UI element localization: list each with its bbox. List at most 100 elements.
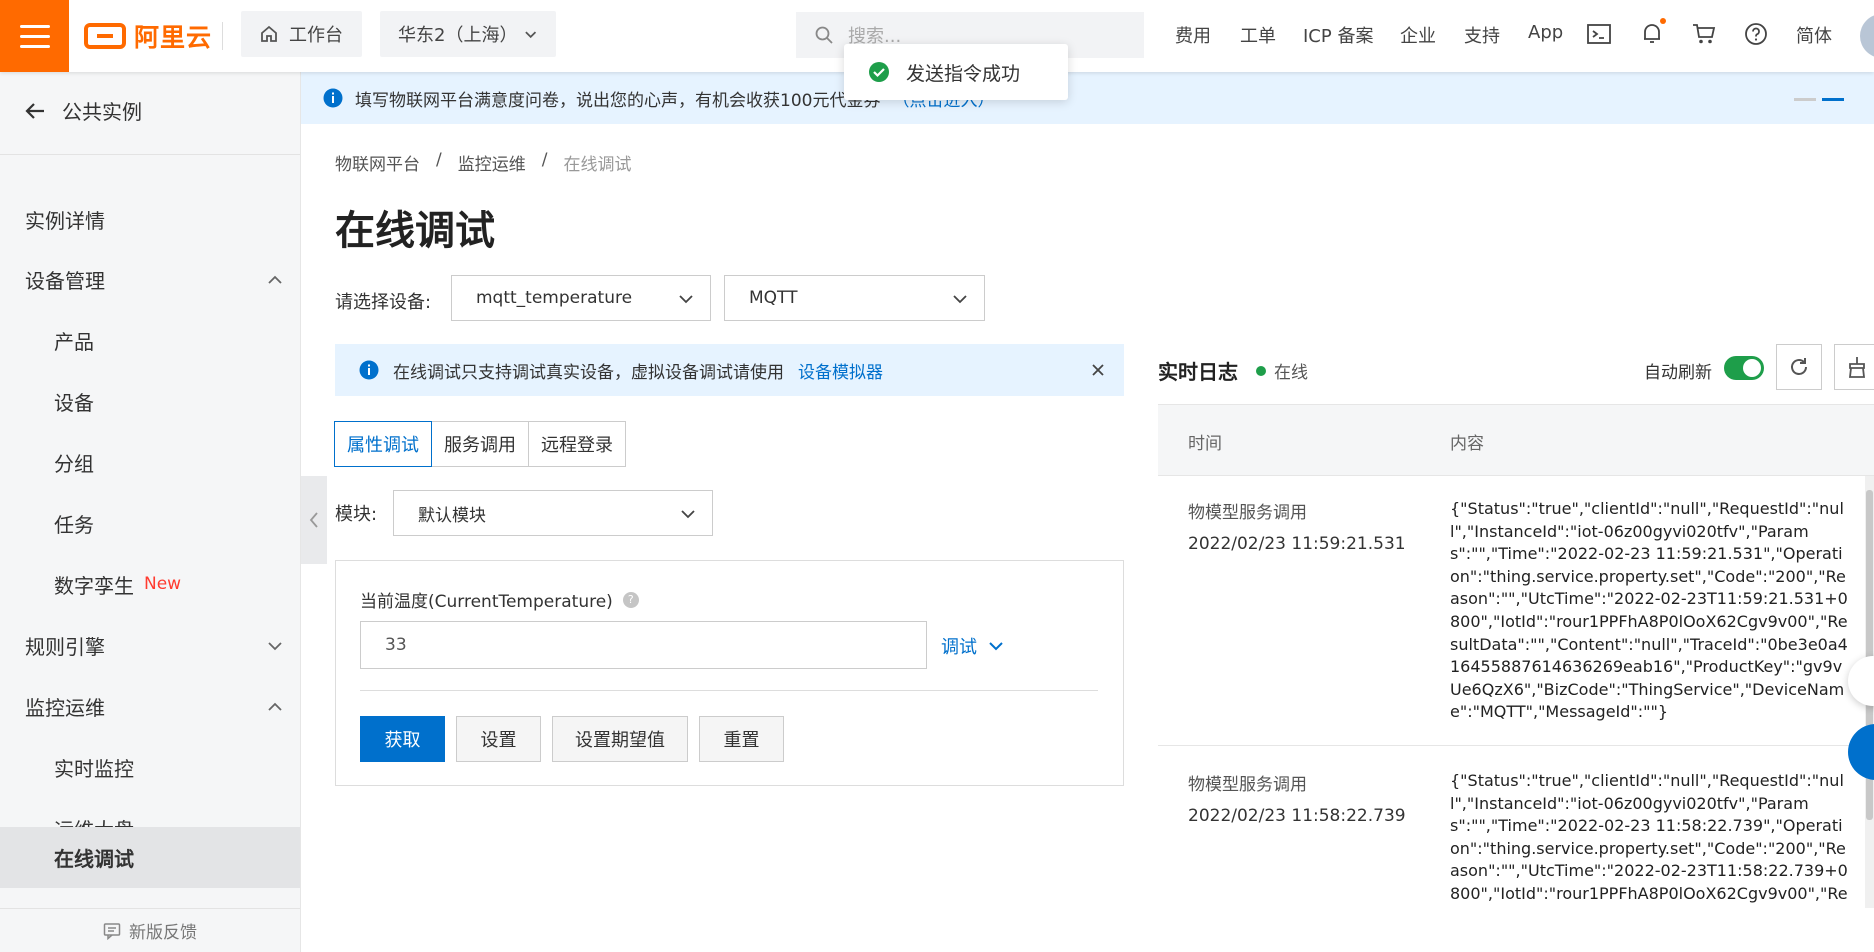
sidebar-item-label: 实时监控 [54, 756, 134, 781]
nav-fees[interactable]: 费用 [1175, 22, 1211, 48]
sidebar-item-label: 设备管理 [25, 268, 105, 293]
sidebar-item-label: 设备 [54, 390, 94, 415]
debug-label: 调试 [941, 637, 977, 658]
breadcrumb-separator: / [436, 150, 442, 170]
log-content: {"Status":"true","clientId":"null","Requ… [1450, 499, 1848, 722]
chevron-down-icon [524, 31, 536, 39]
clear-log-button[interactable] [1834, 344, 1874, 390]
sidebar-item-device-management[interactable]: 设备管理 [0, 249, 300, 309]
logo-icon [84, 23, 126, 49]
set-expected-button[interactable]: 设置期望值 [552, 716, 688, 762]
sidebar-item-products[interactable]: 产品 [0, 310, 300, 370]
auto-refresh-toggle[interactable] [1724, 356, 1764, 380]
refresh-icon [1791, 358, 1807, 375]
nav-enterprise[interactable]: 企业 [1400, 22, 1436, 48]
feedback-label: 新版反馈 [129, 923, 197, 943]
nav-icp[interactable]: ICP 备案 [1303, 22, 1373, 48]
nav-app[interactable]: App [1528, 22, 1563, 43]
sidebar-collapse-toggle[interactable] [301, 476, 327, 564]
back-to-instances[interactable]: 公共实例 [24, 96, 142, 125]
refresh-button[interactable] [1776, 344, 1822, 390]
bell-icon[interactable] [1638, 18, 1666, 48]
status-label: 在线 [1274, 363, 1308, 383]
debug-tabs: 属性调试 服务调用 远程登录 [334, 421, 626, 467]
log-title: 实时日志 [1158, 360, 1238, 384]
nav-tickets[interactable]: 工单 [1240, 22, 1276, 48]
module-select[interactable]: 默认模块 [393, 490, 713, 536]
sidebar-item-tasks[interactable]: 任务 [0, 493, 300, 553]
logo-text: 阿里云 [134, 23, 213, 52]
chevron-down-icon [679, 295, 693, 304]
protocol-select[interactable]: MQTT [724, 275, 985, 321]
property-value-input[interactable]: 33 [360, 621, 927, 669]
sidebar-item-devices[interactable]: 设备 [0, 371, 300, 431]
chevron-left-icon [309, 512, 318, 528]
workbench-button[interactable]: 工作台 [241, 11, 362, 57]
chevron-down-icon [268, 642, 282, 651]
device-simulator-link[interactable]: 设备模拟器 [798, 358, 883, 383]
sidebar-item-label: 数字孪生 [54, 573, 134, 598]
get-button[interactable]: 获取 [360, 716, 445, 762]
divider [0, 154, 300, 155]
back-label: 公共实例 [62, 100, 142, 124]
set-button[interactable]: 设置 [456, 716, 541, 762]
log-type: 物模型服务调用 [1188, 503, 1307, 523]
sidebar-item-rule-engine[interactable]: 规则引擎 [0, 615, 300, 675]
divider [222, 22, 223, 50]
breadcrumb-monitoring[interactable]: 监控运维 [458, 150, 526, 175]
sidebar-item-online-debug[interactable]: 在线调试 [0, 827, 300, 888]
help-icon[interactable] [1742, 20, 1770, 48]
tab-remote-login[interactable]: 远程登录 [528, 421, 626, 467]
terminal-icon[interactable] [1585, 20, 1613, 48]
module-label: 模块: [335, 504, 378, 525]
avatar[interactable] [1860, 14, 1874, 58]
property-label: 当前温度(CurrentTemperature) ? [360, 587, 639, 612]
close-icon[interactable] [1090, 362, 1106, 378]
chevron-up-icon [268, 275, 282, 284]
chevron-down-icon [681, 510, 695, 519]
feedback-button[interactable]: 新版反馈 [0, 908, 300, 952]
sidebar-item-label: 任务 [54, 512, 94, 537]
broom-icon [1848, 357, 1866, 378]
sidebar: 公共实例 实例详情 设备管理 产品 设备 分组 任务 数字孪生 New 规则引擎… [0, 72, 301, 952]
table-row: 物模型服务调用 2022/02/23 11:59:21.531 {"Status… [1158, 476, 1874, 746]
sidebar-item-realtime-monitor[interactable]: 实时监控 [0, 737, 300, 797]
log-type: 物模型服务调用 [1188, 775, 1307, 795]
search-icon [815, 26, 833, 44]
chevron-down-icon [953, 295, 967, 304]
toast-text: 发送指令成功 [906, 62, 1021, 85]
status-dot [1256, 365, 1266, 376]
sidebar-item-instance-detail[interactable]: 实例详情 [0, 189, 300, 249]
notice-pager[interactable] [1794, 98, 1844, 101]
reset-button[interactable]: 重置 [699, 716, 784, 762]
sidebar-item-label: 监控运维 [25, 695, 105, 720]
tab-property-debug[interactable]: 属性调试 [334, 421, 432, 467]
breadcrumb-iot-platform[interactable]: 物联网平台 [335, 150, 420, 175]
table-row: 物模型服务调用 2022/02/23 11:58:22.739 {"Status… [1158, 748, 1874, 908]
notice-text: 填写物联网平台满意度问卷，说出您的心声，有机会收获100元代金券 [355, 90, 881, 111]
help-icon[interactable]: ? [622, 591, 639, 608]
sidebar-item-groups[interactable]: 分组 [0, 432, 300, 492]
cart-icon[interactable] [1690, 20, 1718, 48]
language-switch[interactable]: 简体 [1796, 22, 1832, 48]
region-selector[interactable]: 华东2（上海） [380, 11, 556, 57]
feedback-icon [103, 922, 121, 940]
device-select-value: mqtt_temperature [476, 288, 633, 308]
device-select[interactable]: mqtt_temperature [451, 275, 711, 321]
property-name: 当前温度(CurrentTemperature) [360, 592, 613, 612]
info-icon [323, 88, 343, 108]
breadcrumb: 物联网平台 / 监控运维 / 在线调试 [335, 150, 631, 175]
tab-service-call[interactable]: 服务调用 [431, 421, 529, 467]
success-toast: 发送指令成功 [844, 44, 1068, 100]
chevron-up-icon [268, 702, 282, 711]
log-status: 在线 [1256, 358, 1308, 383]
sidebar-item-digital-twin[interactable]: 数字孪生 New [0, 554, 300, 614]
breadcrumb-separator: / [541, 150, 548, 170]
sidebar-item-label: 产品 [54, 329, 94, 354]
hamburger-menu-button[interactable] [0, 0, 69, 72]
auto-refresh-label: 自动刷新 [1644, 363, 1712, 383]
debug-dropdown[interactable]: 调试 [941, 633, 1005, 659]
sidebar-item-monitoring-ops[interactable]: 监控运维 [0, 676, 300, 736]
aliyun-logo[interactable]: 阿里云 [84, 18, 212, 54]
nav-support[interactable]: 支持 [1464, 22, 1500, 48]
